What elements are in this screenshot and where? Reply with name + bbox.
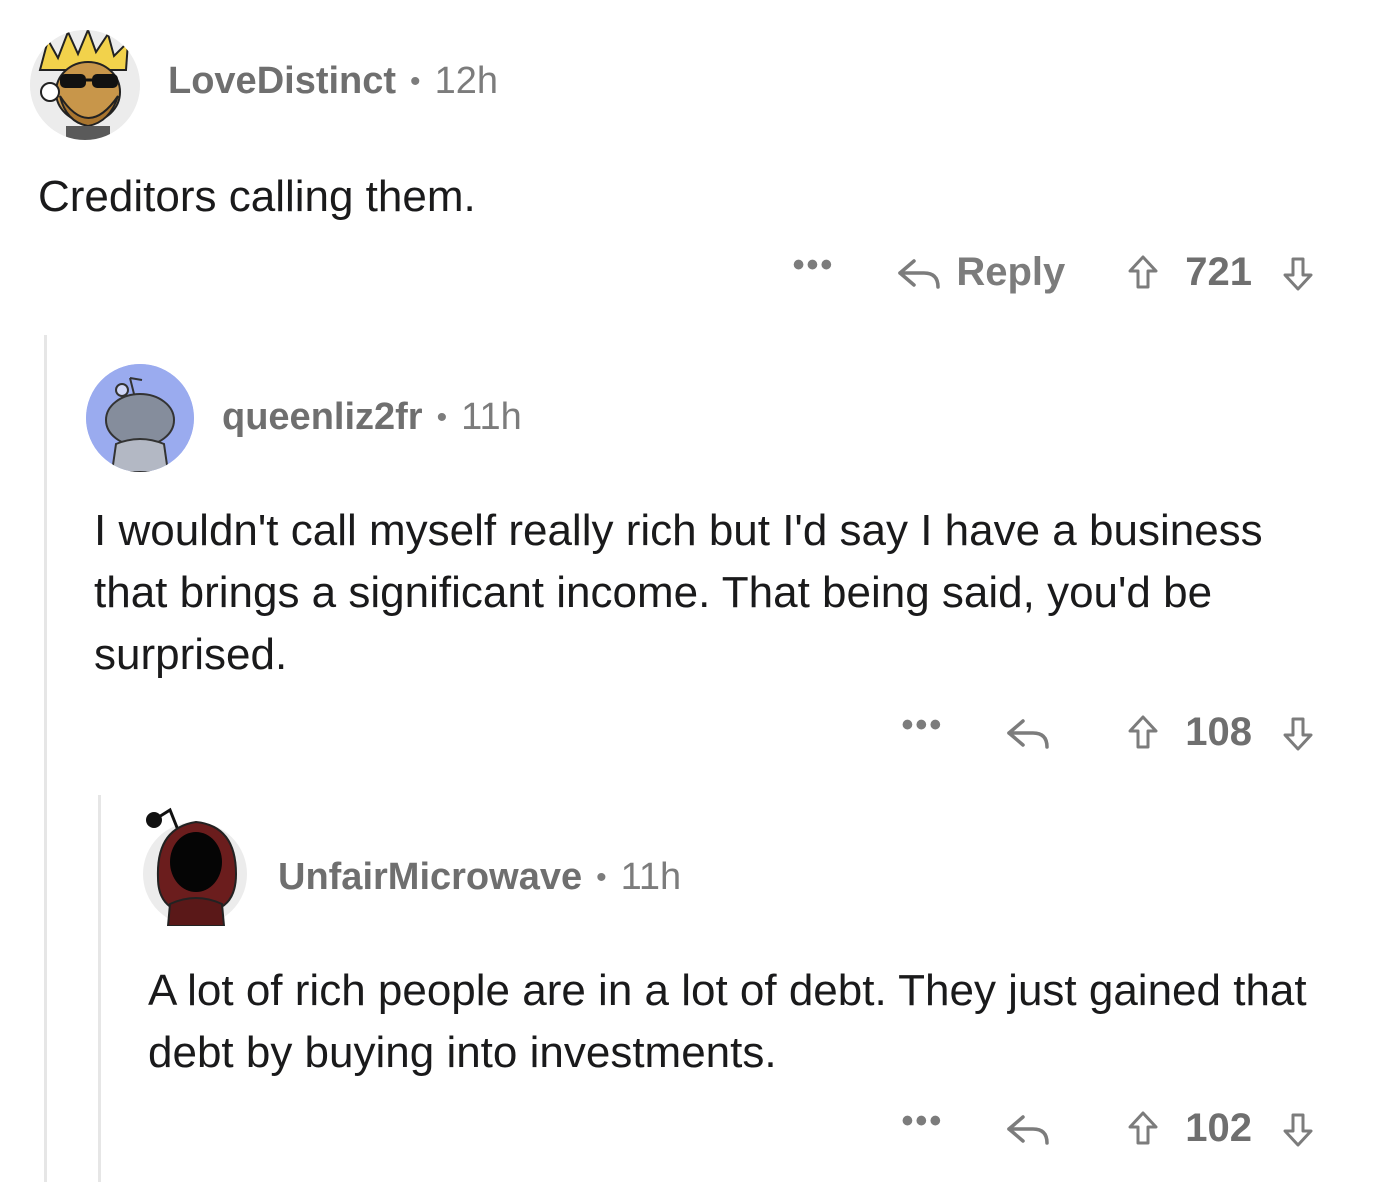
upvote-arrow-icon[interactable] <box>1127 253 1159 293</box>
separator-dot: • <box>436 400 448 434</box>
thread-line-level-2[interactable] <box>98 795 101 1182</box>
comment-timestamp[interactable]: 12h <box>435 60 498 103</box>
reply-label: Reply <box>956 250 1066 294</box>
more-options-icon[interactable]: ••• <box>902 708 944 742</box>
snoo-avatar-icon <box>143 807 247 927</box>
comment-timestamp[interactable]: 11h <box>461 396 522 439</box>
user-avatar[interactable] <box>86 364 194 472</box>
comment-actions: ••• Reply 721 <box>793 248 1314 295</box>
user-avatar[interactable] <box>140 800 250 927</box>
comment-actions: ••• 102 <box>902 1104 1314 1151</box>
comment-actions: ••• 108 <box>902 708 1314 755</box>
user-avatar[interactable] <box>30 30 140 140</box>
separator-dot: • <box>410 64 421 98</box>
downvote-arrow-icon[interactable] <box>1282 253 1314 293</box>
vote-controls: 721 <box>1127 250 1314 295</box>
vote-score: 721 <box>1185 250 1252 294</box>
reply-button[interactable] <box>1003 715 1065 751</box>
snoo-avatar-icon <box>86 364 194 472</box>
reply-button[interactable] <box>1003 1111 1065 1147</box>
reply-arrow-icon <box>898 258 941 289</box>
vote-controls: 108 <box>1127 710 1314 755</box>
reply-arrow-icon <box>1007 718 1049 749</box>
comment-author-row: queenliz2fr • 11h <box>222 396 522 439</box>
username-link[interactable]: LoveDistinct <box>168 60 396 103</box>
more-options-icon[interactable]: ••• <box>793 248 835 282</box>
comment-author-row: LoveDistinct • 12h <box>168 60 498 103</box>
comment-body: Creditors calling them. <box>38 172 476 221</box>
comment-author-row: UnfairMicrowave • 11h <box>278 856 681 899</box>
vote-score: 108 <box>1185 710 1252 754</box>
comment-timestamp[interactable]: 11h <box>621 856 682 899</box>
username-link[interactable]: queenliz2fr <box>222 396 423 439</box>
downvote-arrow-icon[interactable] <box>1282 713 1314 753</box>
thread-line-level-1[interactable] <box>44 335 47 1182</box>
upvote-arrow-icon[interactable] <box>1127 713 1159 753</box>
vote-controls: 102 <box>1127 1106 1314 1151</box>
downvote-arrow-icon[interactable] <box>1282 1109 1314 1149</box>
reply-button[interactable]: Reply <box>894 250 1065 295</box>
username-link[interactable]: UnfairMicrowave <box>278 856 582 899</box>
vote-score: 102 <box>1185 1106 1252 1150</box>
comment-body: A lot of rich people are in a lot of deb… <box>148 966 1307 1077</box>
comment-body: I wouldn't call myself really rich but I… <box>94 506 1263 679</box>
upvote-arrow-icon[interactable] <box>1127 1109 1159 1149</box>
more-options-icon[interactable]: ••• <box>902 1104 944 1138</box>
snoo-avatar-icon <box>30 30 140 140</box>
reply-arrow-icon <box>1007 1114 1049 1145</box>
separator-dot: • <box>596 860 607 894</box>
